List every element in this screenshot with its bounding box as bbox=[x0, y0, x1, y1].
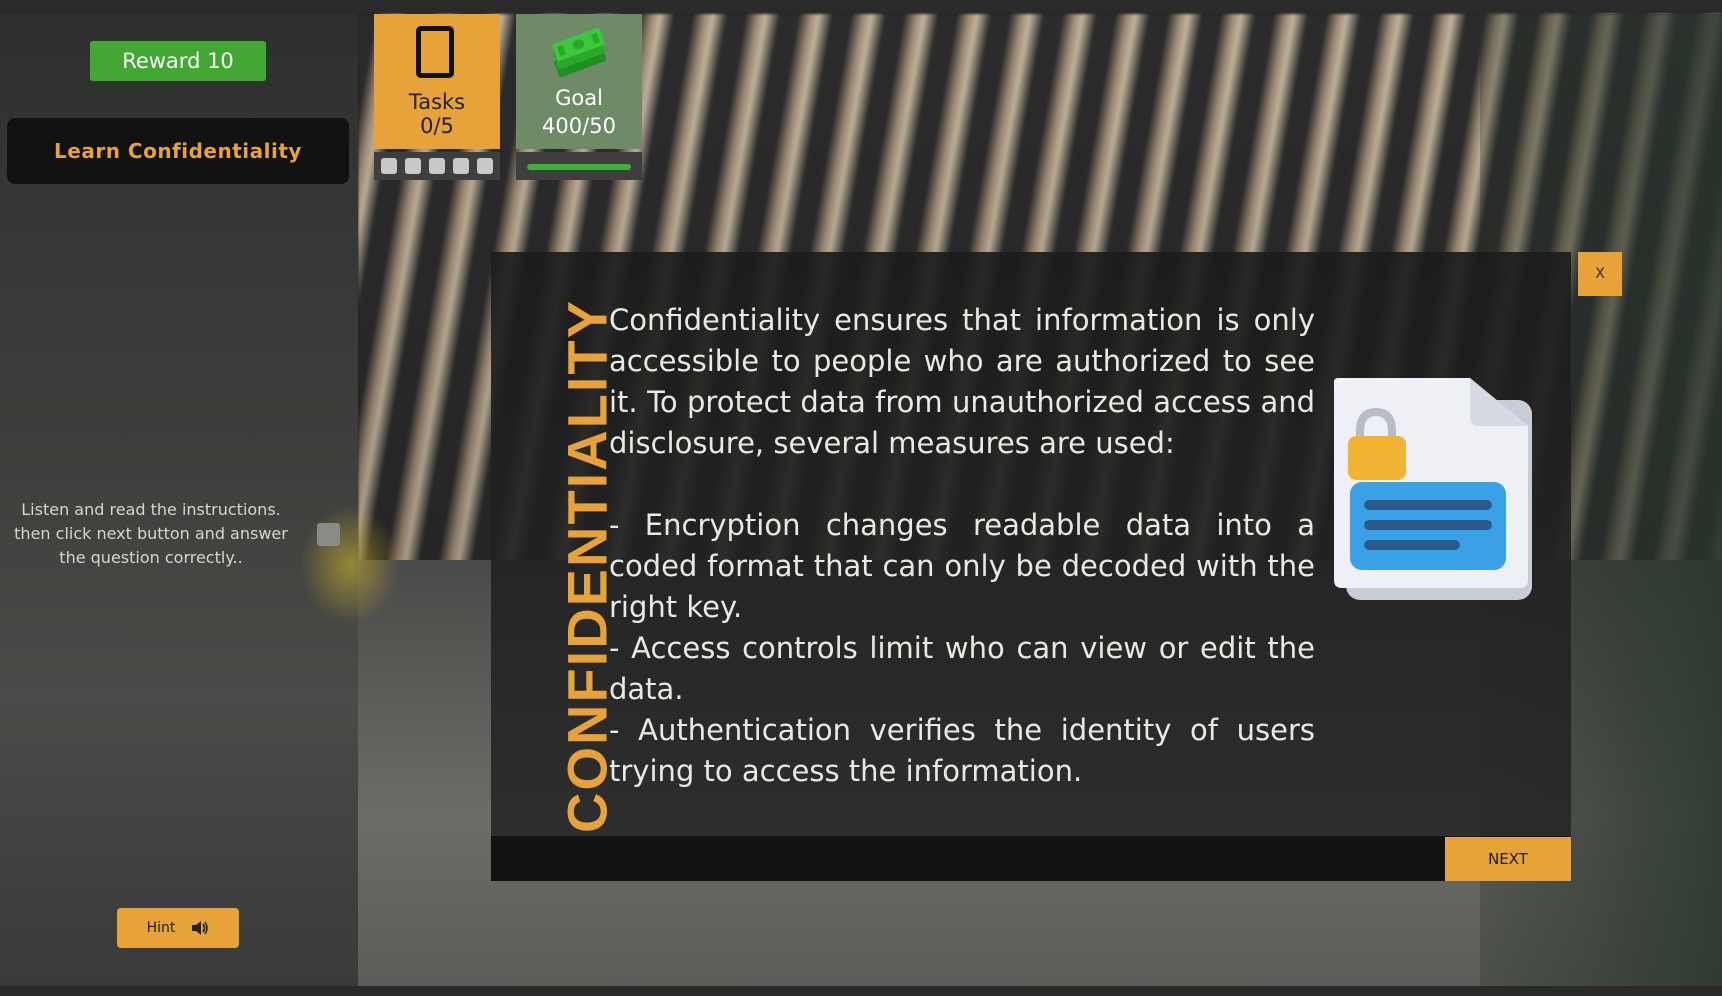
task-dot bbox=[453, 158, 469, 174]
goal-label: Goal bbox=[555, 86, 603, 110]
tasks-value: 0/5 bbox=[420, 114, 454, 138]
money-icon bbox=[546, 22, 610, 84]
tasks-label: Tasks bbox=[408, 90, 466, 114]
instructions-text: Listen and read the instructions. then c… bbox=[14, 500, 288, 567]
goal-card: Goal 400/50 bbox=[516, 14, 642, 149]
mission-title: Learn Confidentiality bbox=[54, 139, 302, 163]
task-dot bbox=[405, 158, 421, 174]
reward-badge: Reward 10 bbox=[90, 41, 266, 81]
dialog-body-text: Confidentiality ensures that information… bbox=[609, 303, 1315, 788]
phone-icon bbox=[416, 26, 454, 78]
goal-text: Goal 400/50 bbox=[516, 84, 642, 140]
goal-progress-fill bbox=[527, 164, 631, 170]
top-edge bbox=[0, 0, 1722, 14]
close-label: X bbox=[1595, 266, 1605, 282]
task-dot bbox=[381, 158, 397, 174]
instructions-checkbox[interactable] bbox=[317, 523, 340, 546]
speaker-icon bbox=[191, 920, 209, 936]
goal-value: 400/50 bbox=[542, 114, 616, 138]
reward-label: Reward 10 bbox=[122, 49, 234, 73]
tasks-card: Tasks 0/5 bbox=[374, 14, 500, 149]
next-button[interactable]: NEXT bbox=[1445, 837, 1571, 881]
scene-glow bbox=[300, 505, 400, 625]
mission-title-panel: Learn Confidentiality bbox=[7, 118, 349, 184]
hint-label: Hint bbox=[146, 920, 176, 936]
dialog-footer bbox=[491, 836, 1571, 881]
close-button[interactable]: X bbox=[1578, 252, 1622, 296]
tasks-text: Tasks 0/5 bbox=[374, 90, 500, 138]
next-label: NEXT bbox=[1488, 850, 1528, 868]
goal-progress-track bbox=[527, 164, 631, 170]
hint-button[interactable]: Hint bbox=[117, 908, 239, 948]
locked-document-icon bbox=[1328, 374, 1538, 608]
task-dot bbox=[429, 158, 445, 174]
goal-progress-bar bbox=[516, 152, 642, 180]
bottom-edge bbox=[0, 986, 1722, 996]
task-dot bbox=[477, 158, 493, 174]
tasks-progress-dots bbox=[374, 152, 500, 180]
